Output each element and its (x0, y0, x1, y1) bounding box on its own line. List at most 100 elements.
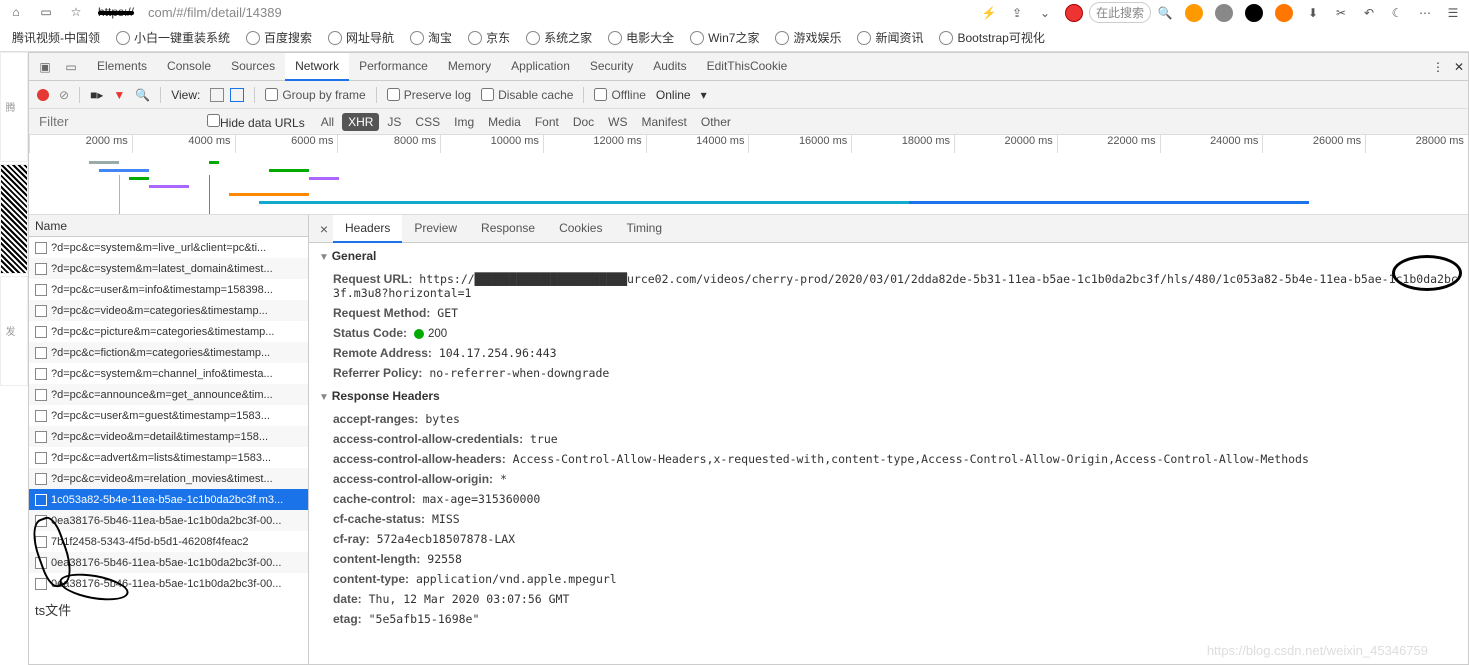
bookmark-item[interactable]: 游戏娱乐 (769, 29, 847, 46)
devtools-close-icon[interactable]: ✕ (1454, 60, 1464, 74)
throttle-select[interactable]: Online (656, 88, 691, 102)
bookmark-item[interactable]: 系统之家 (520, 29, 598, 46)
request-row[interactable]: ?d=pc&c=picture&m=categories&timestamp..… (29, 321, 308, 342)
chevron-down-icon[interactable]: ⌄ (1037, 5, 1053, 21)
request-row[interactable]: ?d=pc&c=video&m=categories&timestamp... (29, 300, 308, 321)
search-input[interactable]: 在此搜索 (1089, 2, 1151, 23)
preserve-log-checkbox[interactable]: Preserve log (387, 88, 471, 102)
devtools-tab-security[interactable]: Security (580, 53, 643, 81)
filter-type-all[interactable]: All (315, 113, 340, 131)
request-row[interactable]: 7b1f2458-5343-4f5d-b5d1-46208f4feac2 (29, 531, 308, 552)
filter-input[interactable] (37, 112, 197, 131)
request-row[interactable]: ?d=pc&c=user&m=guest&timestamp=1583... (29, 405, 308, 426)
filter-type-media[interactable]: Media (482, 113, 527, 131)
bolt-icon[interactable]: ⚡ (981, 5, 997, 21)
request-row[interactable]: ?d=pc&c=user&m=info&timestamp=158398... (29, 279, 308, 300)
download-icon[interactable]: ⬇ (1305, 5, 1321, 21)
request-row[interactable]: ?d=pc&c=fiction&m=categories&timestamp..… (29, 342, 308, 363)
disable-cache-checkbox[interactable]: Disable cache (481, 88, 573, 102)
filter-type-doc[interactable]: Doc (567, 113, 600, 131)
request-row[interactable]: 0ea38176-5b46-11ea-b5ae-1c1b0da2bc3f-00.… (29, 573, 308, 594)
bookmark-item[interactable]: 电影大全 (602, 29, 680, 46)
hide-data-urls-checkbox[interactable]: Hide data URLs (207, 114, 305, 130)
clear-button[interactable]: ⊘ (59, 88, 69, 102)
devtools-tab-application[interactable]: Application (501, 53, 580, 81)
detail-tab-cookies[interactable]: Cookies (547, 215, 614, 243)
request-row[interactable]: ?d=pc&c=system&m=latest_domain&timest... (29, 258, 308, 279)
filter-type-js[interactable]: JS (381, 113, 407, 131)
offline-checkbox[interactable]: Offline (594, 88, 645, 102)
bookmark-item[interactable]: 百度搜索 (240, 29, 318, 46)
filter-type-manifest[interactable]: Manifest (636, 113, 693, 131)
devtools-tab-editthiscookie[interactable]: EditThisCookie (697, 53, 798, 81)
filter-type-css[interactable]: CSS (409, 113, 446, 131)
bookmark-item[interactable]: 京东 (462, 29, 516, 46)
request-row[interactable]: ?d=pc&c=advert&m=lists&timestamp=1583... (29, 447, 308, 468)
undo-icon[interactable]: ↶ (1361, 5, 1377, 21)
sogou-icon[interactable] (1065, 4, 1083, 22)
search-icon[interactable]: 🔍 (1157, 5, 1173, 21)
book-icon[interactable]: ▭ (38, 4, 54, 20)
close-details-icon[interactable]: × (315, 221, 333, 237)
view-list-icon[interactable] (210, 88, 224, 102)
menu-icon[interactable]: ☰ (1445, 5, 1461, 21)
request-row[interactable]: ?d=pc&c=system&m=channel_info&timesta... (29, 363, 308, 384)
capture-icon[interactable]: ■▸ (90, 88, 103, 102)
response-headers-section[interactable]: Response Headers (309, 383, 1468, 409)
device-icon[interactable]: ▭ (61, 57, 81, 77)
home-icon[interactable]: ⌂ (8, 4, 24, 20)
view-waterfall-icon[interactable] (230, 88, 244, 102)
devtools-tab-elements[interactable]: Elements (87, 53, 157, 81)
detail-tab-response[interactable]: Response (469, 215, 547, 243)
throttle-chevron-icon[interactable]: ▾ (701, 88, 707, 102)
qr-code[interactable] (0, 164, 28, 274)
url-text[interactable]: com/#/film/detail/14389 (148, 5, 282, 20)
detail-tab-timing[interactable]: Timing (614, 215, 674, 243)
filter-type-ws[interactable]: WS (602, 113, 633, 131)
request-row[interactable]: 0ea38176-5b46-11ea-b5ae-1c1b0da2bc3f-00.… (29, 510, 308, 531)
search-toggle-icon[interactable]: 🔍 (135, 88, 150, 102)
filter-type-xhr[interactable]: XHR (342, 113, 379, 131)
scissors-icon[interactable]: ✂ (1333, 5, 1349, 21)
devtools-tab-audits[interactable]: Audits (643, 53, 696, 81)
request-row[interactable]: 1c053a82-5b4e-11ea-b5ae-1c1b0da2bc3f.m3.… (29, 489, 308, 510)
request-list-header[interactable]: Name (29, 215, 308, 237)
ext-icon-3[interactable] (1275, 4, 1293, 22)
devtools-tab-memory[interactable]: Memory (438, 53, 501, 81)
detail-tab-preview[interactable]: Preview (402, 215, 469, 243)
group-by-frame-checkbox[interactable]: Group by frame (265, 88, 365, 102)
ext-icon-2[interactable] (1245, 4, 1263, 22)
general-section[interactable]: General (309, 243, 1468, 269)
request-row[interactable]: 0ea38176-5b46-11ea-b5ae-1c1b0da2bc3f-00.… (29, 552, 308, 573)
ext-icon-1[interactable] (1185, 4, 1203, 22)
bookmark-item[interactable]: 淘宝 (404, 29, 458, 46)
left-sliver-1[interactable]: 腾 (0, 52, 28, 162)
left-sliver-2[interactable]: 发 (0, 276, 28, 386)
request-row[interactable]: ?d=pc&c=system&m=live_url&client=pc&ti..… (29, 237, 308, 258)
star-icon[interactable]: ☆ (68, 4, 84, 20)
moon-icon[interactable]: ☾ (1389, 5, 1405, 21)
devtools-tab-sources[interactable]: Sources (221, 53, 285, 81)
network-timeline[interactable]: 2000 ms4000 ms6000 ms8000 ms10000 ms1200… (29, 135, 1468, 215)
bookmark-item[interactable]: 腾讯视频-中国领 (6, 29, 106, 46)
detail-tab-headers[interactable]: Headers (333, 215, 402, 243)
bookmark-item[interactable]: 小白一键重装系统 (110, 29, 236, 46)
devtools-more-icon[interactable]: ⋮ (1432, 60, 1444, 74)
more-icon[interactable]: ⋯ (1417, 5, 1433, 21)
request-row[interactable]: ?d=pc&c=video&m=relation_movies&timest..… (29, 468, 308, 489)
bookmark-item[interactable]: Win7之家 (684, 29, 765, 46)
request-row[interactable]: ?d=pc&c=announce&m=get_announce&tim... (29, 384, 308, 405)
record-button[interactable] (37, 89, 49, 101)
filter-type-img[interactable]: Img (448, 113, 480, 131)
bookmark-item[interactable]: 网址导航 (322, 29, 400, 46)
gear-icon[interactable] (1215, 4, 1233, 22)
bookmark-item[interactable]: 新闻资讯 (851, 29, 929, 46)
filter-type-other[interactable]: Other (695, 113, 737, 131)
share-icon[interactable]: ⇪ (1009, 5, 1025, 21)
devtools-tab-console[interactable]: Console (157, 53, 221, 81)
inspect-icon[interactable]: ▣ (35, 57, 55, 77)
filter-toggle-icon[interactable]: ▼ (113, 88, 125, 102)
request-row[interactable]: ?d=pc&c=video&m=detail&timestamp=158... (29, 426, 308, 447)
devtools-tab-network[interactable]: Network (285, 53, 349, 81)
devtools-tab-performance[interactable]: Performance (349, 53, 438, 81)
